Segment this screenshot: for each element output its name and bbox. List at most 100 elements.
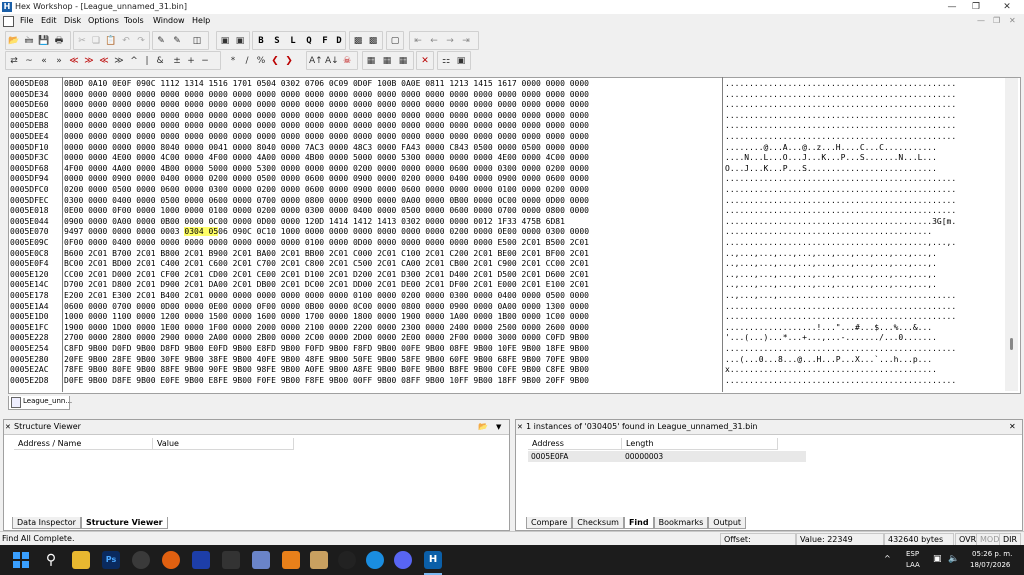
- hex-text[interactable]: ........................................…: [725, 376, 956, 387]
- forward-icon[interactable]: →: [443, 32, 457, 50]
- close-icon[interactable]: ✕: [997, 1, 1017, 13]
- print-icon[interactable]: 🖶: [52, 32, 66, 50]
- tray-chevron-icon[interactable]: ^: [884, 554, 891, 563]
- rotate-left-icon[interactable]: ≪: [67, 52, 81, 70]
- hex-text[interactable]: ........................................…: [725, 227, 932, 238]
- open-icon[interactable]: 📂: [7, 32, 21, 50]
- multiply-icon[interactable]: *: [226, 52, 240, 70]
- column-value[interactable]: Value: [153, 438, 294, 450]
- hex-bytes[interactable]: 0600 0000 0700 0000 0D00 0000 0E00 0000 …: [64, 302, 589, 313]
- negate-icon[interactable]: ±: [170, 52, 184, 70]
- copy-icon[interactable]: ❏: [89, 32, 103, 50]
- menu-window[interactable]: Window: [153, 16, 185, 25]
- divide-icon[interactable]: /: [240, 52, 254, 70]
- mdi-close-icon[interactable]: ✕: [1009, 16, 1016, 25]
- hex-text[interactable]: ........................................…: [725, 217, 956, 228]
- mod-icon[interactable]: %: [254, 52, 268, 70]
- clock-time[interactable]: 05:26 p. m.: [972, 550, 1012, 558]
- hex-text[interactable]: ........................................…: [725, 312, 956, 323]
- hex-text[interactable]: ........................................…: [725, 100, 956, 111]
- volume-icon[interactable]: 🔈: [948, 554, 959, 564]
- hex-text[interactable]: ........................................…: [725, 121, 956, 132]
- hex-text[interactable]: ........................................…: [725, 79, 956, 90]
- hex-bytes[interactable]: 0000 0000 0000 0000 0000 0000 0000 0000 …: [64, 100, 589, 111]
- tab-bookmarks[interactable]: Bookmarks: [653, 517, 709, 529]
- hex-bytes[interactable]: 0000 0000 0000 0000 0000 0000 0000 0000 …: [64, 121, 589, 132]
- hex-text[interactable]: ........................................…: [725, 111, 956, 122]
- hex-bytes[interactable]: 4F00 0000 4A00 0000 4B00 0000 5000 0000 …: [64, 164, 589, 175]
- app-icon-7[interactable]: [310, 551, 328, 569]
- app-icon-4[interactable]: [222, 551, 240, 569]
- back-icon[interactable]: ←: [427, 32, 441, 50]
- hex-bytes[interactable]: D0FE 9B00 D8FE 9B00 E0FE 9B00 E8FE 9B00 …: [64, 376, 589, 387]
- hex-text[interactable]: ........................................…: [725, 174, 956, 185]
- compare-icon[interactable]: ❯: [282, 52, 296, 70]
- save-icon[interactable]: 💾: [37, 32, 51, 50]
- hex-bytes[interactable]: 0000 0000 0000 0000 0000 0000 0000 0000 …: [64, 132, 589, 143]
- hex-bytes[interactable]: 0300 0000 0400 0000 0500 0000 0600 0000 …: [64, 196, 589, 207]
- xor-icon[interactable]: ^: [127, 52, 141, 70]
- sync-icon[interactable]: ▦: [396, 52, 410, 70]
- edge-icon[interactable]: [366, 551, 384, 569]
- hex-editor[interactable]: 0005DE08 0B0D 0A10 0E0F 090C 1112 1314 15…: [8, 77, 1021, 394]
- hex-bytes[interactable]: 78FE 9B00 80FE 9B00 88FE 9B00 90FE 9B00 …: [64, 365, 589, 376]
- last-icon[interactable]: ⇥: [459, 32, 473, 50]
- hex-bytes[interactable]: 20FE 9B00 28FE 9B00 30FE 9B00 38FE 9B00 …: [64, 355, 589, 366]
- restore-icon[interactable]: ❐: [966, 1, 986, 13]
- menu-edit[interactable]: Edit: [41, 16, 57, 25]
- hex-text[interactable]: ..,...,...,...,...,...,...,...,...,...,.…: [725, 259, 937, 270]
- double-button[interactable]: D: [333, 32, 345, 50]
- column-length[interactable]: Length: [622, 438, 778, 450]
- fill-icon[interactable]: ▣: [218, 32, 232, 50]
- quad-button[interactable]: Q: [303, 32, 315, 50]
- hex-bytes[interactable]: B600 2C01 B700 2C01 B800 2C01 B900 2C01 …: [64, 249, 589, 260]
- results-close-icon[interactable]: ✕: [1009, 420, 1016, 434]
- hex-text[interactable]: ..,...,...,...,...,...,...,...,...,...,.…: [725, 270, 937, 281]
- tab-find[interactable]: Find: [623, 517, 654, 529]
- hex-bytes[interactable]: 0000 0000 4E00 0000 4C00 0000 4F00 0000 …: [64, 153, 589, 164]
- menu-help[interactable]: Help: [192, 16, 210, 25]
- long-button[interactable]: L: [287, 32, 299, 50]
- search-match-highlight[interactable]: 0304 05: [184, 227, 219, 237]
- hex-text[interactable]: ........................................…: [725, 302, 956, 313]
- short-button[interactable]: S: [271, 32, 283, 50]
- calculator-icon[interactable]: ▣: [454, 52, 468, 70]
- hex-text[interactable]: '...(...)...*...+...,...-......./...0...…: [725, 333, 937, 344]
- network-icon[interactable]: ▣: [933, 554, 942, 564]
- window-icon[interactable]: ▢: [388, 32, 402, 50]
- menu-tools[interactable]: Tools: [124, 16, 144, 25]
- hex-bytes[interactable]: 9497 0000 0000 0000 0003 0304 0506 090C …: [64, 227, 589, 238]
- app-icon-6[interactable]: [282, 551, 300, 569]
- menu-disk[interactable]: Disk: [64, 16, 81, 25]
- hex-bytes[interactable]: C8FD 9B00 D0FD 9B00 D8FD 9B00 E0FD 9B00 …: [64, 344, 589, 355]
- hex-text[interactable]: ........................................…: [725, 206, 956, 217]
- hex-text[interactable]: ...................!..."...#...$...%...&…: [725, 323, 932, 334]
- bookmark-icon[interactable]: ⚏: [439, 52, 453, 70]
- or-icon[interactable]: |: [140, 52, 154, 70]
- hex-bytes[interactable]: 1900 0000 1D00 0000 1E00 0000 1F00 0000 …: [64, 323, 589, 334]
- tab-compare[interactable]: Compare: [526, 517, 573, 529]
- lower-case-icon[interactable]: A↓: [324, 52, 339, 70]
- menu-file[interactable]: File: [20, 16, 33, 25]
- app-icon-5[interactable]: [252, 551, 270, 569]
- compare-files-icon[interactable]: ▦: [380, 52, 394, 70]
- language-line2[interactable]: LAA: [906, 561, 920, 569]
- subtract-icon[interactable]: −: [198, 52, 212, 70]
- properties-icon[interactable]: ▦: [364, 52, 378, 70]
- hex-text[interactable]: ....N...L...O...J...K...P...S.......N...…: [725, 153, 937, 164]
- hex-text[interactable]: ........................................…: [725, 132, 956, 143]
- hex-bytes[interactable]: BC00 2C01 BD00 2C01 C400 2C01 C600 2C01 …: [64, 259, 589, 270]
- vertical-scrollbar[interactable]: [1005, 78, 1018, 391]
- hex-text[interactable]: ........@...A...@..z...H....C...C.......…: [725, 143, 937, 154]
- app-icon-3[interactable]: [192, 551, 210, 569]
- app-icon-2[interactable]: [162, 551, 180, 569]
- file-explorer-icon[interactable]: [72, 551, 90, 569]
- language-line1[interactable]: ESP: [906, 550, 919, 558]
- redo-icon[interactable]: ↷: [134, 32, 148, 50]
- tab-checksum[interactable]: Checksum: [572, 517, 624, 529]
- undo-icon[interactable]: ↶: [119, 32, 133, 50]
- discord-icon[interactable]: [394, 551, 412, 569]
- add-icon[interactable]: +: [184, 52, 198, 70]
- block-rotate-icon[interactable]: ≫: [112, 52, 126, 70]
- hex-text[interactable]: O...J...K...P...S.......................…: [725, 164, 937, 175]
